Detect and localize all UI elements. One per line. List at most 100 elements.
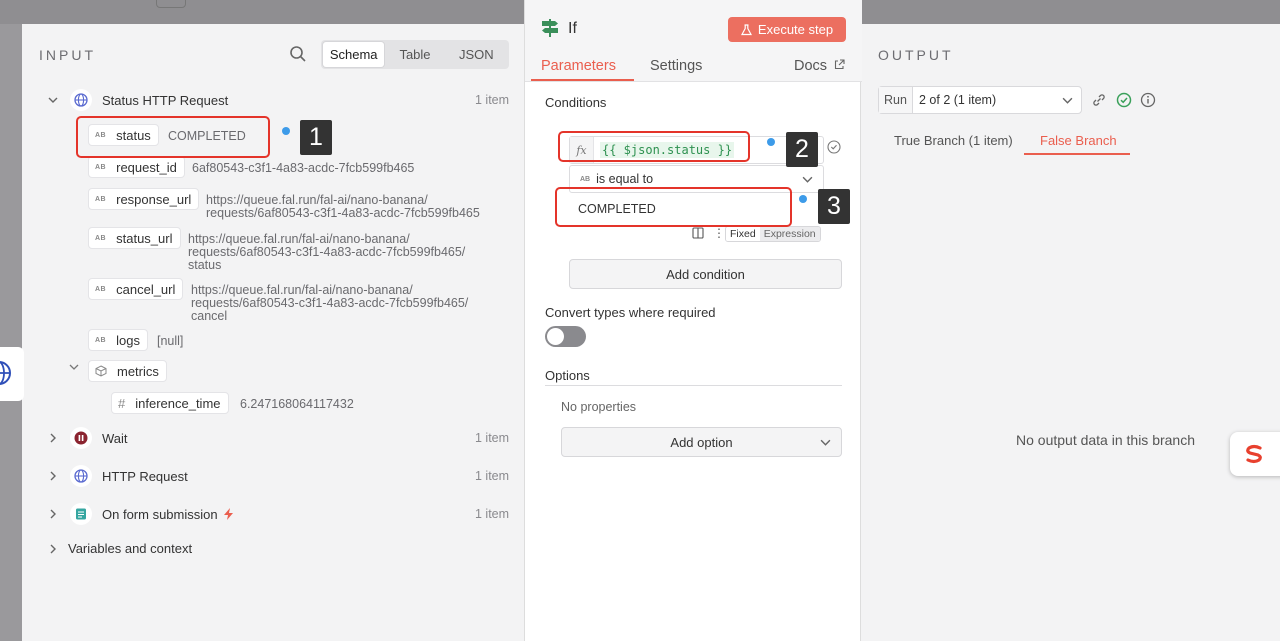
run-value: 2 of 2 (1 item) [919, 93, 997, 107]
chevron-down-icon [1062, 95, 1073, 106]
toggle-knob [547, 328, 564, 345]
node-header: If Execute step Parameters Settings Docs [525, 0, 862, 82]
node-label: On form submission [102, 506, 218, 522]
field-mapping-icon[interactable] [692, 227, 704, 242]
node-settings-panel: If Execute step Parameters Settings Docs… [524, 0, 862, 641]
mapping-handle-dot[interactable] [282, 127, 290, 135]
signpost-icon [541, 18, 559, 41]
search-icon[interactable] [289, 45, 309, 65]
docs-label: Docs [794, 58, 828, 74]
annotation-box-3 [555, 187, 792, 227]
mapping-handle-dot[interactable] [767, 138, 775, 146]
node-label: Wait [102, 430, 128, 446]
run-label: Run [879, 87, 913, 113]
canvas-node-card[interactable] [0, 347, 24, 401]
tree-node-variables[interactable]: Variables and context [46, 541, 192, 556]
convert-types-toggle[interactable] [545, 326, 586, 347]
mapping-handle-dot[interactable] [799, 195, 807, 203]
operator-value: is equal to [596, 172, 654, 186]
field-value: https://queue.fal.run/fal-ai/nano-banana… [188, 233, 465, 272]
tree-node-on-form-submission[interactable]: On form submission [46, 503, 233, 525]
value-line: status [188, 258, 222, 272]
divider [545, 385, 842, 386]
field-pill-response-url[interactable]: AB response_url [88, 188, 200, 210]
link-icon[interactable] [1092, 93, 1106, 110]
no-properties-text: No properties [561, 400, 637, 414]
mode-fixed[interactable]: Fixed [726, 227, 760, 241]
add-condition-button[interactable]: Add condition [569, 259, 842, 289]
assistant-logo-icon [1244, 444, 1264, 467]
tab-table[interactable]: Table [384, 42, 445, 67]
value-line: requests/6af80543-c3f1-4a83-acdc-7fcb599… [191, 296, 469, 310]
execute-step-button[interactable]: Execute step [728, 17, 846, 42]
form-icon [70, 503, 92, 525]
string-type-icon: AB [95, 336, 107, 344]
field-pill-inference-time[interactable]: # inference_time [111, 392, 229, 414]
field-key: logs [116, 332, 140, 348]
tree-node-status-http-request[interactable]: Status HTTP Request [46, 89, 228, 111]
tab-true-branch[interactable]: True Branch (1 item) [894, 133, 1013, 148]
item-count: 1 item [475, 93, 510, 107]
field-key: inference_time [135, 395, 221, 411]
annotation-box-1 [76, 116, 270, 158]
chevron-right-icon[interactable] [46, 469, 60, 483]
tab-docs[interactable]: Docs [794, 58, 845, 74]
external-link-icon [834, 59, 845, 70]
field-key: metrics [117, 363, 159, 379]
trigger-bolt-icon [223, 508, 233, 520]
tree-node-metrics[interactable] [67, 360, 81, 374]
globe-icon [0, 360, 12, 389]
canvas-button[interactable] [156, 0, 186, 8]
node-title: If [568, 20, 577, 37]
view-mode-tabs: Schema Table JSON [321, 40, 509, 69]
field-key: response_url [116, 191, 192, 207]
field-key: request_id [116, 159, 177, 175]
field-value: 6af80543-c3f1-4a83-acdc-7fcb599fb465 [192, 161, 415, 175]
chevron-down-icon [820, 437, 831, 448]
annotation-badge-1: 1 [300, 120, 332, 155]
tab-parameters[interactable]: Parameters [541, 58, 616, 74]
chevron-down-icon[interactable] [46, 93, 60, 107]
field-pill-metrics[interactable]: metrics [88, 360, 167, 382]
tree-node-wait[interactable]: Wait [46, 427, 128, 449]
annotation-badge-3: 3 [818, 189, 850, 224]
tab-false-branch[interactable]: False Branch [1040, 133, 1117, 148]
object-icon [95, 365, 107, 377]
condition-status-icon[interactable] [827, 140, 841, 157]
chevron-right-icon[interactable] [46, 431, 60, 445]
mode-expression[interactable]: Expression [759, 227, 820, 241]
node-label: Status HTTP Request [102, 92, 229, 108]
run-selector[interactable]: Run 2 of 2 (1 item) [878, 86, 1082, 114]
options-label: Options [545, 368, 590, 383]
number-type-icon: # [118, 395, 126, 411]
assistant-widget[interactable] [1230, 432, 1280, 476]
info-icon[interactable] [1140, 92, 1156, 111]
value-line: requests/6af80543-c3f1-4a83-acdc-7fcb599… [206, 206, 480, 220]
chevron-right-icon[interactable] [46, 507, 60, 521]
chevron-right-icon[interactable] [46, 542, 60, 556]
tab-json[interactable]: JSON [446, 42, 507, 67]
flask-icon [740, 23, 752, 36]
empty-output-message: No output data in this branch [1016, 432, 1196, 448]
globe-icon [70, 465, 92, 487]
tree-node-http-request[interactable]: HTTP Request [46, 465, 188, 487]
tab-schema[interactable]: Schema [323, 42, 385, 67]
field-pill-cancel-url[interactable]: AB cancel_url [88, 278, 184, 300]
active-tab-underline [1024, 153, 1130, 155]
string-type-icon: AB [95, 234, 107, 242]
execute-label: Execute step [757, 22, 834, 37]
mode-toggle: Fixed Expression [725, 226, 821, 242]
field-value: [null] [157, 334, 184, 348]
field-pill-status-url[interactable]: AB status_url [88, 227, 181, 249]
field-pill-request-id[interactable]: AB request_id [88, 156, 185, 178]
chevron-down-icon [802, 174, 813, 185]
item-count: 1 item [475, 469, 510, 483]
tab-settings[interactable]: Settings [650, 58, 702, 74]
success-check-icon [1116, 92, 1132, 111]
chevron-down-icon[interactable] [67, 360, 81, 374]
field-pill-logs[interactable]: AB logs [88, 329, 148, 351]
value-line: cancel [191, 309, 228, 323]
more-options-icon[interactable]: ⋮ [713, 226, 725, 240]
field-value: https://queue.fal.run/fal-ai/nano-banana… [206, 194, 480, 220]
add-option-dropdown[interactable]: Add option [561, 427, 842, 457]
